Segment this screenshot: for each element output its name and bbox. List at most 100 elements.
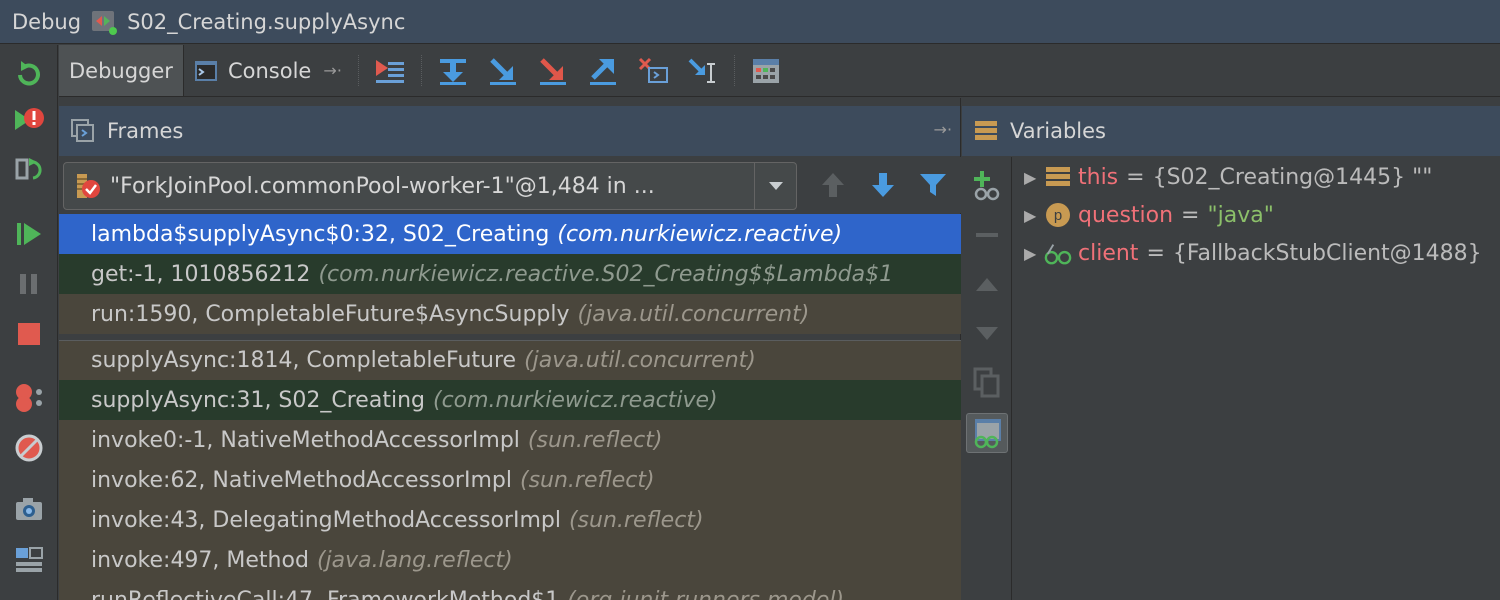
chevron-down-icon[interactable] — [754, 163, 796, 209]
equals-sign: = — [1146, 240, 1165, 266]
new-watch-icon[interactable] — [966, 165, 1008, 205]
frame-package: (java.util.concurrent) — [577, 301, 810, 327]
debug-tool-window: Debug S02_Creating.supplyAsync Debugger … — [0, 0, 1500, 600]
run-configuration-icon — [91, 9, 118, 35]
frames-header: Frames →⋅ — [59, 106, 960, 156]
filter-icon[interactable] — [915, 167, 951, 203]
tab-debugger[interactable]: Debugger — [59, 45, 184, 96]
restore-layout-icon[interactable] — [10, 151, 48, 189]
frame-row[interactable]: lambda$supplyAsync$0:32, S02_Creating (co… — [59, 214, 961, 254]
tab-console-label: Console — [227, 58, 312, 83]
left-debug-toolbar — [0, 45, 58, 600]
frame-method: invoke:43, DelegatingMethodAccessorImpl — [91, 507, 561, 533]
step-into-icon[interactable] — [478, 45, 528, 96]
svg-text:p: p — [1054, 207, 1062, 224]
evaluate-expression-icon[interactable] — [741, 45, 791, 96]
variables-title: Variables — [1010, 119, 1106, 143]
frame-row[interactable]: supplyAsync:1814, CompletableFuture (java… — [59, 340, 961, 380]
debug-title-bar: Debug S02_Creating.supplyAsync — [0, 0, 1500, 44]
frames-icon — [71, 119, 95, 143]
frame-method: invoke0:-1, NativeMethodAccessorImpl — [91, 427, 520, 453]
frame-package: (org.junit.runners.model) — [567, 587, 845, 600]
move-watch-up-icon[interactable] — [966, 265, 1008, 305]
rerun-icon[interactable] — [10, 55, 48, 93]
rerun-failed-icon[interactable] — [10, 103, 48, 141]
frame-method: supplyAsync:1814, CompletableFuture — [91, 348, 517, 373]
expand-arrow-icon[interactable]: ▶ — [1014, 244, 1044, 263]
frames-panel: Frames →⋅ "ForkJoinPool.commonPool-worke… — [59, 98, 961, 600]
variable-name: this — [1078, 164, 1119, 190]
hide-panel-icon[interactable]: →⋅ — [934, 120, 953, 139]
frame-row[interactable]: invoke:497, Method (java.lang.reflect) — [59, 540, 961, 580]
drop-frame-icon[interactable] — [628, 45, 678, 96]
variables-header: Variables — [962, 106, 1500, 156]
frame-list: lambda$supplyAsync$0:32, S02_Creating (co… — [59, 214, 961, 600]
toolbar-separator — [357, 55, 359, 86]
debugger-toolbar: Debugger Console →⋅ — [59, 45, 1500, 97]
variable-row[interactable]: ▶ client = {FallbackStubClient@1488} — [1014, 234, 1500, 272]
thread-selector[interactable]: "ForkJoinPool.commonPool-worker-1"@1,484… — [63, 162, 797, 210]
frame-package: (sun.reflect) — [519, 467, 655, 493]
variable-list: ▶ this = {S02_Creating@1445} "" ▶ p ques… — [1014, 158, 1500, 272]
variable-value: {S02_Creating@1445} "" — [1152, 164, 1433, 190]
frame-method: invoke:497, Method — [91, 547, 309, 573]
expand-arrow-icon[interactable]: ▶ — [1014, 168, 1044, 187]
tab-console[interactable]: Console →⋅ — [184, 45, 352, 96]
variable-name: question — [1078, 202, 1174, 228]
stop-icon[interactable] — [10, 315, 48, 353]
frame-package: (com.nurkiewicz.reactive.S02_Creating$$L… — [318, 261, 894, 287]
frame-row[interactable]: invoke:62, NativeMethodAccessorImpl (sun.… — [59, 460, 961, 500]
resume-icon[interactable] — [10, 215, 48, 253]
expand-arrow-icon[interactable]: ▶ — [1014, 206, 1044, 225]
frame-row[interactable]: get:-1, 1010856212 (com.nurkiewicz.reacti… — [59, 254, 961, 294]
frame-method: runReflectiveCall:47, FrameworkMethod$1 — [91, 587, 560, 600]
console-icon — [194, 60, 218, 82]
camera-icon[interactable] — [10, 491, 48, 529]
show-execution-point-icon[interactable] — [365, 45, 415, 96]
force-step-into-icon[interactable] — [528, 45, 578, 96]
variable-value: "java" — [1207, 202, 1274, 228]
view-breakpoints-icon[interactable] — [10, 379, 48, 417]
thread-suspended-icon — [74, 172, 102, 200]
toolbar-separator — [733, 55, 735, 86]
thread-name: "ForkJoinPool.commonPool-worker-1"@1,484… — [110, 173, 655, 199]
variables-icon — [974, 119, 998, 143]
show-watches-in-variables-icon[interactable] — [966, 413, 1008, 453]
remove-watch-icon[interactable] — [966, 215, 1008, 255]
frame-method: invoke:62, NativeMethodAccessorImpl — [91, 467, 512, 493]
run-to-cursor-icon[interactable] — [678, 45, 728, 96]
pause-icon[interactable] — [10, 265, 48, 303]
frame-method: get:-1, 1010856212 — [91, 261, 311, 287]
frame-navigation-tools — [815, 167, 951, 203]
variable-row[interactable]: ▶ p question = "java" — [1014, 196, 1500, 234]
toolbar-separator — [420, 55, 422, 86]
previous-frame-icon[interactable] — [815, 167, 851, 203]
frame-package: (com.nurkiewicz.reactive) — [432, 387, 718, 413]
frame-package: (sun.reflect) — [527, 427, 663, 453]
pin-tab-icon[interactable]: →⋅ — [323, 61, 342, 80]
frame-package: (java.util.concurrent) — [524, 348, 756, 373]
step-over-icon[interactable] — [428, 45, 478, 96]
frame-package: (com.nurkiewicz.reactive) — [557, 221, 843, 247]
frame-row[interactable]: runReflectiveCall:47, FrameworkMethod$1 (… — [59, 580, 961, 600]
frame-row[interactable]: invoke:43, DelegatingMethodAccessorImpl (… — [59, 500, 961, 540]
variable-value: {FallbackStubClient@1488} — [1172, 240, 1482, 266]
frame-row[interactable]: run:1590, CompletableFuture$AsyncSupply (… — [59, 294, 961, 334]
next-frame-icon[interactable] — [865, 167, 901, 203]
frame-method: run:1590, CompletableFuture$AsyncSupply — [91, 301, 570, 327]
copy-icon[interactable] — [966, 363, 1008, 403]
move-watch-down-icon[interactable] — [966, 313, 1008, 353]
frame-row[interactable]: invoke0:-1, NativeMethodAccessorImpl (sun… — [59, 420, 961, 460]
equals-sign: = — [1126, 164, 1145, 190]
frame-package: (java.lang.reflect) — [316, 547, 513, 573]
layout-icon[interactable] — [10, 541, 48, 579]
parameter-icon: p — [1044, 201, 1072, 229]
variable-row[interactable]: ▶ this = {S02_Creating@1445} "" — [1014, 158, 1500, 196]
mute-breakpoints-icon[interactable] — [10, 429, 48, 467]
frame-row[interactable]: supplyAsync:31, S02_Creating (com.nurkiew… — [59, 380, 961, 420]
step-out-icon[interactable] — [578, 45, 628, 96]
watch-icon — [1044, 239, 1072, 267]
tab-debugger-label: Debugger — [69, 58, 173, 83]
frame-method: supplyAsync:31, S02_Creating — [91, 387, 425, 413]
debug-label: Debug — [12, 9, 82, 34]
